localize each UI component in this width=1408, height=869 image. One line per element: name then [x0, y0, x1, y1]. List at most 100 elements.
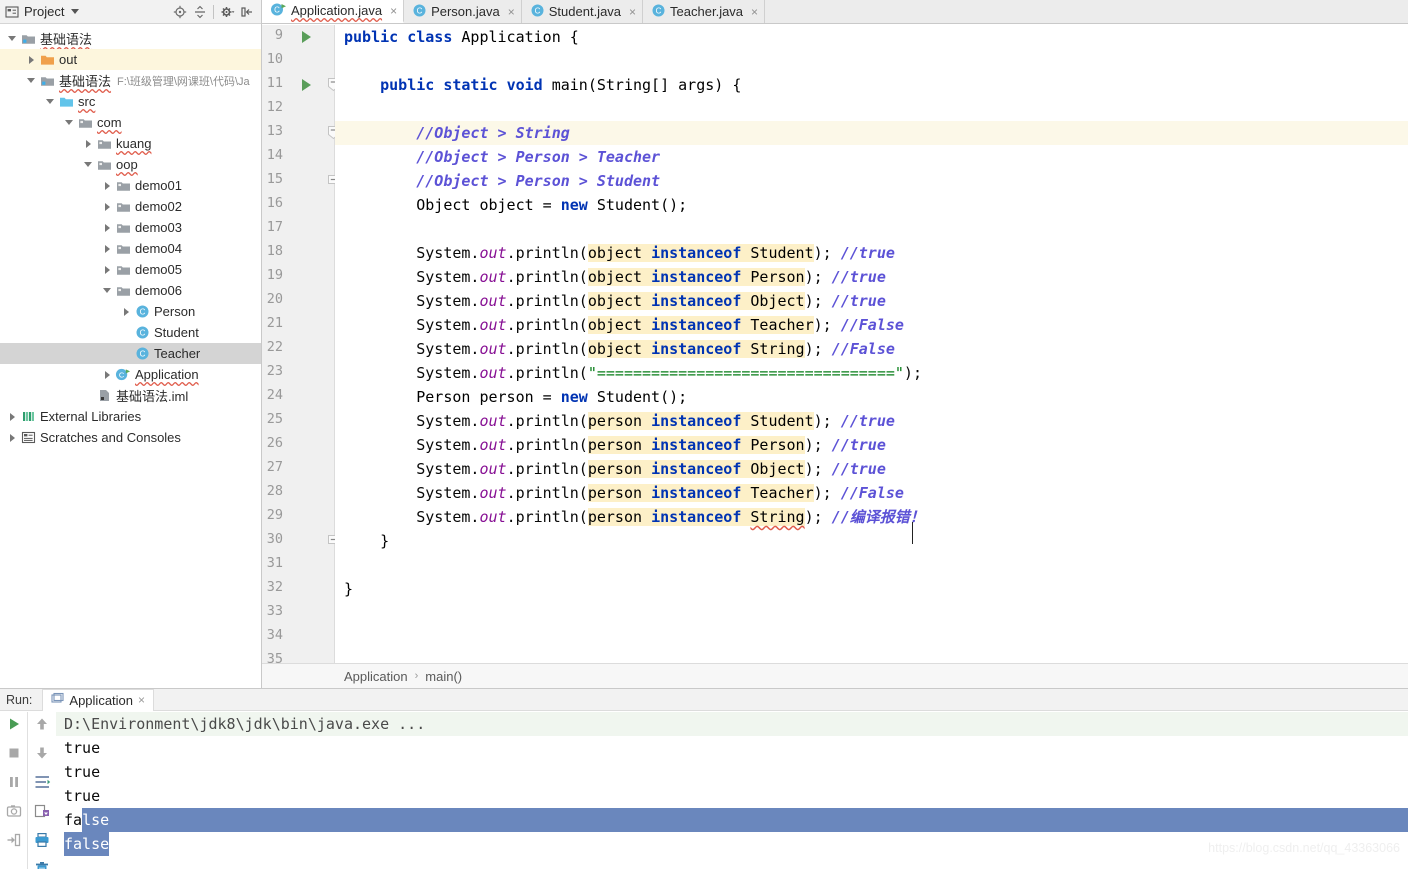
chevron-down-icon[interactable]	[4, 31, 20, 47]
print-icon[interactable]	[34, 832, 50, 853]
breadcrumb-class[interactable]: Application	[344, 669, 408, 684]
tree-item-kuang[interactable]: kuang	[0, 133, 261, 154]
gutter-line-15[interactable]: 15	[262, 169, 339, 193]
trash-icon[interactable]	[34, 861, 50, 869]
gutter-line-32[interactable]: 32	[262, 577, 335, 601]
gutter-line-19[interactable]: 19	[262, 265, 335, 289]
code-line-14[interactable]: //Object > Person > Teacher	[335, 145, 1408, 169]
run-gutter-icon[interactable]	[302, 79, 311, 91]
gutter-line-25[interactable]: 25	[262, 409, 335, 433]
tree-item-Teacher[interactable]: C Teacher	[0, 343, 261, 364]
gutter-line-21[interactable]: 21	[262, 313, 335, 337]
project-tree[interactable]: 基础语法 out 基础语法 F:\班级管理\网课班\代码\Ja src com kuang o…	[0, 24, 261, 688]
code-line-15[interactable]: //Object > Person > Student	[335, 169, 1408, 193]
editor-tab-application-java[interactable]: C Application.java ×	[262, 0, 405, 23]
run-toolbar-right[interactable]	[28, 712, 56, 869]
code-editor[interactable]: 9 10 11 12 13 14 15 16 17 18 19 20 21 22 23 24 25 26 27 28 2…	[262, 25, 1408, 663]
gutter-line-10[interactable]: 10	[262, 49, 335, 73]
breadcrumb[interactable]: Application › main()	[262, 663, 1408, 688]
code-line-24[interactable]: Person person = new Student();	[335, 385, 1408, 409]
tree-item-demo01[interactable]: demo01	[0, 175, 261, 196]
thread-dump-icon[interactable]	[6, 832, 22, 853]
run-tab-application[interactable]: Application ×	[42, 688, 155, 711]
tree-item-iml[interactable]: 基础语法.iml	[0, 385, 261, 406]
code-line-23[interactable]: System.out.println("====================…	[335, 361, 1408, 385]
rerun-icon[interactable]	[6, 716, 22, 737]
code-line-16[interactable]: Object object = new Student();	[335, 193, 1408, 217]
scroll-up-icon[interactable]	[34, 716, 50, 737]
camera-icon[interactable]	[6, 803, 22, 824]
gutter-line-23[interactable]: 23	[262, 361, 335, 385]
tree-item-[interactable]: 基础语法 F:\班级管理\网课班\代码\Ja	[0, 70, 261, 91]
tree-item-demo04[interactable]: demo04	[0, 238, 261, 259]
pause-icon[interactable]	[6, 774, 22, 795]
tree-item-Application[interactable]: C Application	[0, 364, 261, 385]
gutter-line-33[interactable]: 33	[262, 601, 335, 625]
hide-panel-icon[interactable]	[237, 2, 257, 22]
tree-item-demo05[interactable]: demo05	[0, 259, 261, 280]
code-line-12[interactable]	[335, 97, 1408, 121]
code-line-28[interactable]: System.out.println(person instanceof Tea…	[335, 481, 1408, 505]
tree-item-Person[interactable]: C Person	[0, 301, 261, 322]
tree-item-Student[interactable]: C Student	[0, 322, 261, 343]
gutter-line-30[interactable]: 30	[262, 529, 339, 553]
editor-gutter[interactable]: 9 10 11 12 13 14 15 16 17 18 19 20 21 22 23 24 25 26 27 28 2…	[262, 25, 359, 663]
close-icon[interactable]: ×	[138, 693, 145, 707]
code-line-30[interactable]: }	[335, 529, 1408, 553]
console-output-line[interactable]: true	[56, 736, 1408, 760]
tree-item-demo06[interactable]: demo06	[0, 280, 261, 301]
chevron-right-icon[interactable]	[99, 220, 115, 236]
tree-item-ScratchesandConsoles[interactable]: Scratches and Consoles	[0, 427, 261, 448]
code-line-35[interactable]	[335, 649, 1408, 663]
gutter-line-14[interactable]: 14	[262, 145, 335, 169]
code-line-18[interactable]: System.out.println(object instanceof Stu…	[335, 241, 1408, 265]
code-line-34[interactable]	[335, 625, 1408, 649]
chevron-down-icon[interactable]	[23, 73, 39, 89]
soft-wrap-icon[interactable]	[34, 774, 51, 795]
code-line-10[interactable]	[335, 49, 1408, 73]
gutter-line-17[interactable]: 17	[262, 217, 335, 241]
gutter-line-27[interactable]: 27	[262, 457, 335, 481]
tree-item-demo02[interactable]: demo02	[0, 196, 261, 217]
code-line-27[interactable]: System.out.println(person instanceof Obj…	[335, 457, 1408, 481]
code-line-29[interactable]: System.out.println(person instanceof Str…	[335, 505, 1408, 529]
locate-icon[interactable]	[170, 2, 190, 22]
collapse-all-icon[interactable]	[190, 2, 210, 22]
chevron-down-icon[interactable]	[42, 94, 58, 110]
chevron-down-icon[interactable]	[71, 9, 80, 14]
console-output-line[interactable]: false	[56, 832, 1408, 856]
tree-item-out[interactable]: out	[0, 49, 261, 70]
tree-item-demo03[interactable]: demo03	[0, 217, 261, 238]
chevron-right-icon[interactable]	[118, 304, 134, 320]
code-line-21[interactable]: System.out.println(object instanceof Tea…	[335, 313, 1408, 337]
console-output[interactable]: D:\Environment\jdk8\jdk\bin\java.exe ...…	[56, 712, 1408, 869]
editor-tab-person-java[interactable]: C Person.java ×	[404, 0, 522, 23]
chevron-down-icon[interactable]	[80, 157, 96, 173]
code-line-13[interactable]: //Object > String	[335, 121, 1408, 145]
chevron-right-icon[interactable]	[4, 409, 20, 425]
code-line-20[interactable]: System.out.println(object instanceof Obj…	[335, 289, 1408, 313]
tree-item-ExternalLibraries[interactable]: External Libraries	[0, 406, 261, 427]
code-line-31[interactable]	[335, 553, 1408, 577]
export-icon[interactable]	[34, 803, 50, 824]
chevron-right-icon[interactable]	[99, 241, 115, 257]
chevron-right-icon[interactable]	[99, 367, 115, 383]
gutter-line-18[interactable]: 18	[262, 241, 335, 265]
console-output-line[interactable]: true	[56, 760, 1408, 784]
code-line-33[interactable]	[335, 601, 1408, 625]
gutter-line-12[interactable]: 12	[262, 97, 335, 121]
editor-tab-student-java[interactable]: C Student.java ×	[521, 0, 644, 23]
console-output-line[interactable]: true	[56, 784, 1408, 808]
breadcrumb-method[interactable]: main()	[425, 669, 462, 684]
tree-item-[interactable]: 基础语法	[0, 28, 261, 49]
code-line-17[interactable]	[335, 217, 1408, 241]
chevron-right-icon[interactable]	[23, 52, 39, 68]
code-line-32[interactable]: }	[335, 577, 1408, 601]
scroll-down-icon[interactable]	[34, 745, 50, 766]
tree-item-oop[interactable]: oop	[0, 154, 261, 175]
settings-gear-icon[interactable]	[217, 2, 237, 22]
console-output-line[interactable]: false	[56, 808, 1408, 832]
close-icon[interactable]: ×	[390, 4, 397, 18]
gutter-line-35[interactable]: 35	[262, 649, 335, 663]
gutter-line-24[interactable]: 24	[262, 385, 335, 409]
